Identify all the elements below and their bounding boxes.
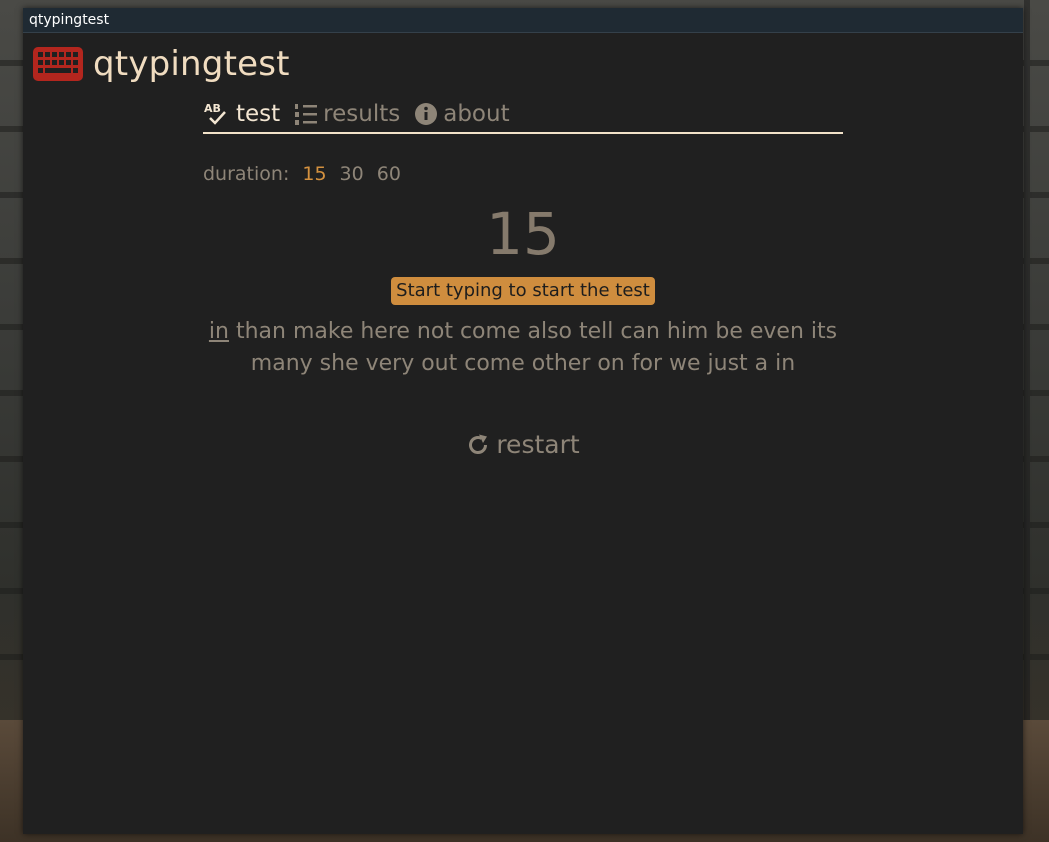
duration-option-30[interactable]: 30 [340,163,364,185]
remaining-words: than make here not come also tell can hi… [235,319,838,376]
restart-label: restart [496,430,580,459]
refresh-icon [466,433,490,457]
duration-option-15[interactable]: 15 [302,163,326,185]
window-titlebar[interactable]: qtypingtest [23,8,1023,33]
tab-about[interactable]: about [414,101,510,127]
restart-button[interactable]: restart [23,430,1023,459]
duration-option-60[interactable]: 60 [377,163,401,185]
tab-test[interactable]: AB test [203,101,280,127]
countdown-timer: 15 [486,200,560,268]
tab-about-label: about [443,101,510,127]
keyboard-icon [32,44,84,84]
tab-test-label: test [236,101,281,127]
current-word: in [208,319,229,344]
tab-results-label: results [323,101,401,127]
svg-text:AB: AB [204,102,221,115]
app-header: qtypingtest [32,44,290,84]
tab-bar: AB test results about [203,96,843,134]
duration-selector: duration: 15 30 60 [203,163,401,185]
start-hint-badge: Start typing to start the test [391,277,655,305]
tab-results[interactable]: results [294,101,400,127]
list-ordered-icon [294,102,318,126]
app-title: qtypingtest [93,44,290,84]
info-icon [414,102,438,126]
app-window: qtypingtest qtypingtest AB test results … [23,8,1023,834]
duration-label: duration: [203,163,290,185]
word-prompt: in than make here not come also tell can… [193,316,853,380]
spellcheck-icon: AB [203,101,231,127]
